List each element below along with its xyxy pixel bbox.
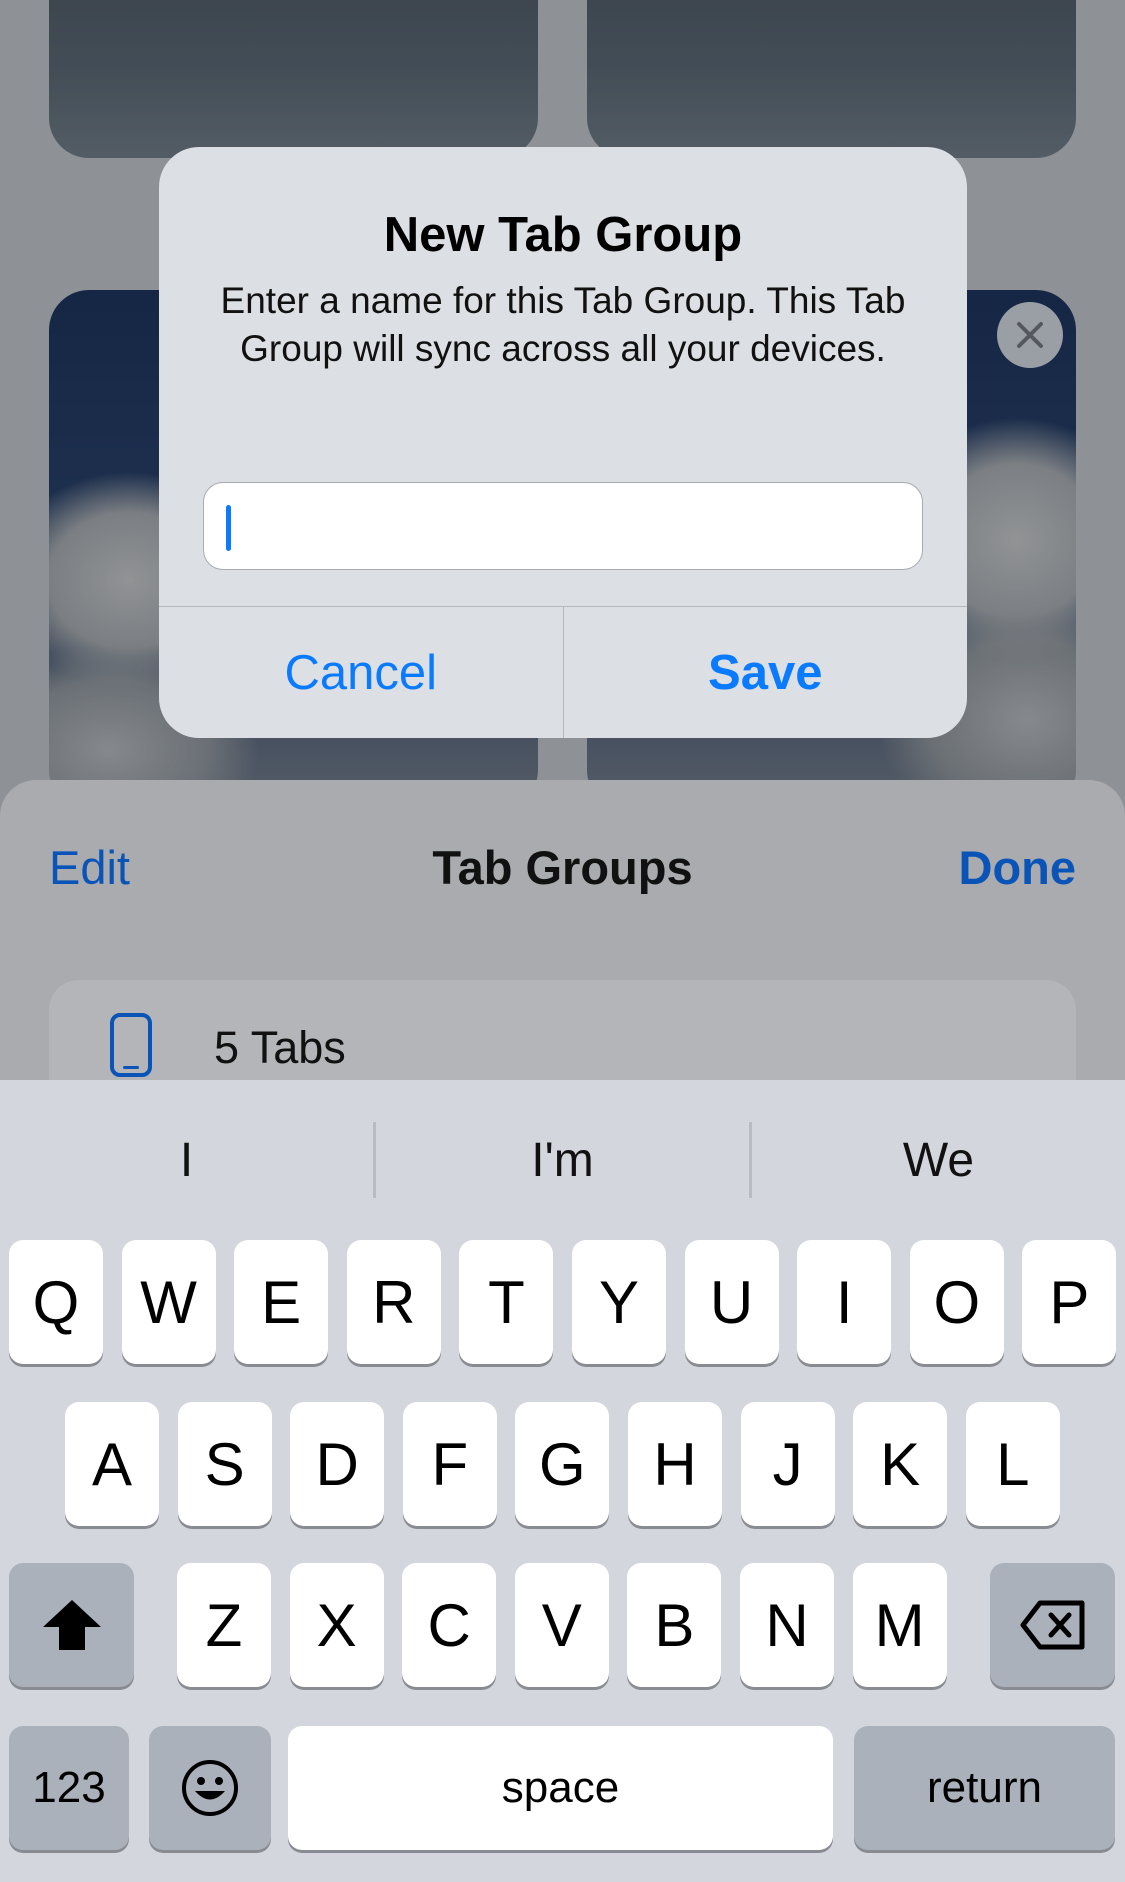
key-f[interactable]: F — [402, 1402, 497, 1526]
backspace-key[interactable] — [990, 1563, 1115, 1687]
suggestion-bar: I I'm We — [0, 1080, 1125, 1240]
space-key[interactable]: space — [288, 1726, 833, 1850]
key-q[interactable]: Q — [9, 1240, 103, 1364]
close-icon — [1017, 322, 1043, 348]
suggestion-item[interactable]: We — [752, 1133, 1125, 1188]
key-s[interactable]: S — [177, 1402, 272, 1526]
shift-key[interactable] — [9, 1563, 134, 1687]
key-a[interactable]: A — [65, 1402, 159, 1526]
key-w[interactable]: W — [121, 1240, 216, 1364]
key-u[interactable]: U — [684, 1240, 779, 1364]
key-v[interactable]: V — [514, 1563, 609, 1687]
key-b[interactable]: B — [627, 1563, 722, 1687]
key-n[interactable]: N — [740, 1563, 834, 1687]
key-z[interactable]: Z — [177, 1563, 271, 1687]
key-x[interactable]: X — [289, 1563, 384, 1687]
emoji-key[interactable] — [149, 1726, 271, 1850]
backspace-icon — [1020, 1600, 1084, 1650]
suggestion-item[interactable]: I — [0, 1133, 373, 1188]
alert-title: New Tab Group — [383, 208, 743, 262]
key-o[interactable]: O — [909, 1240, 1004, 1364]
key-d[interactable]: D — [290, 1402, 385, 1526]
shift-icon — [42, 1600, 101, 1650]
tab-group-name-input[interactable] — [203, 482, 923, 570]
text-caret — [226, 505, 231, 551]
key-g[interactable]: G — [515, 1402, 610, 1526]
key-y[interactable]: Y — [572, 1240, 666, 1364]
tab-thumbnail-2[interactable] — [587, 0, 1076, 158]
key-m[interactable]: M — [852, 1563, 947, 1687]
key-p[interactable]: P — [1022, 1240, 1117, 1364]
key-r[interactable]: R — [346, 1240, 441, 1364]
suggestion-item[interactable]: I'm — [376, 1133, 749, 1188]
alert-buttons: Cancel Save — [159, 606, 967, 738]
key-e[interactable]: E — [234, 1240, 329, 1364]
key-t[interactable]: T — [459, 1240, 554, 1364]
alert-message: Enter a name for this Tab Group. This Ta… — [220, 280, 906, 369]
key-i[interactable]: I — [797, 1240, 892, 1364]
key-j[interactable]: J — [740, 1402, 835, 1526]
key-c[interactable]: C — [402, 1563, 497, 1687]
key-h[interactable]: H — [628, 1402, 722, 1526]
phone-icon — [110, 1013, 152, 1077]
cancel-button[interactable]: Cancel — [159, 607, 563, 738]
tab-group-label: 5 Tabs — [214, 1022, 346, 1073]
tab-thumbnail-1[interactable] — [49, 0, 538, 158]
return-key[interactable]: return — [854, 1726, 1115, 1850]
edit-button[interactable]: Edit — [49, 840, 130, 896]
key-k[interactable]: K — [853, 1402, 948, 1526]
key-l[interactable]: L — [965, 1402, 1060, 1526]
numbers-key[interactable]: 123 — [9, 1726, 129, 1850]
new-tab-group-alert: New Tab Group Enter a name for this Tab … — [159, 147, 967, 738]
save-button[interactable]: Save — [562, 607, 968, 738]
done-button[interactable]: Done — [959, 840, 1077, 896]
emoji-icon — [182, 1760, 238, 1816]
close-tab-button[interactable] — [997, 302, 1063, 368]
